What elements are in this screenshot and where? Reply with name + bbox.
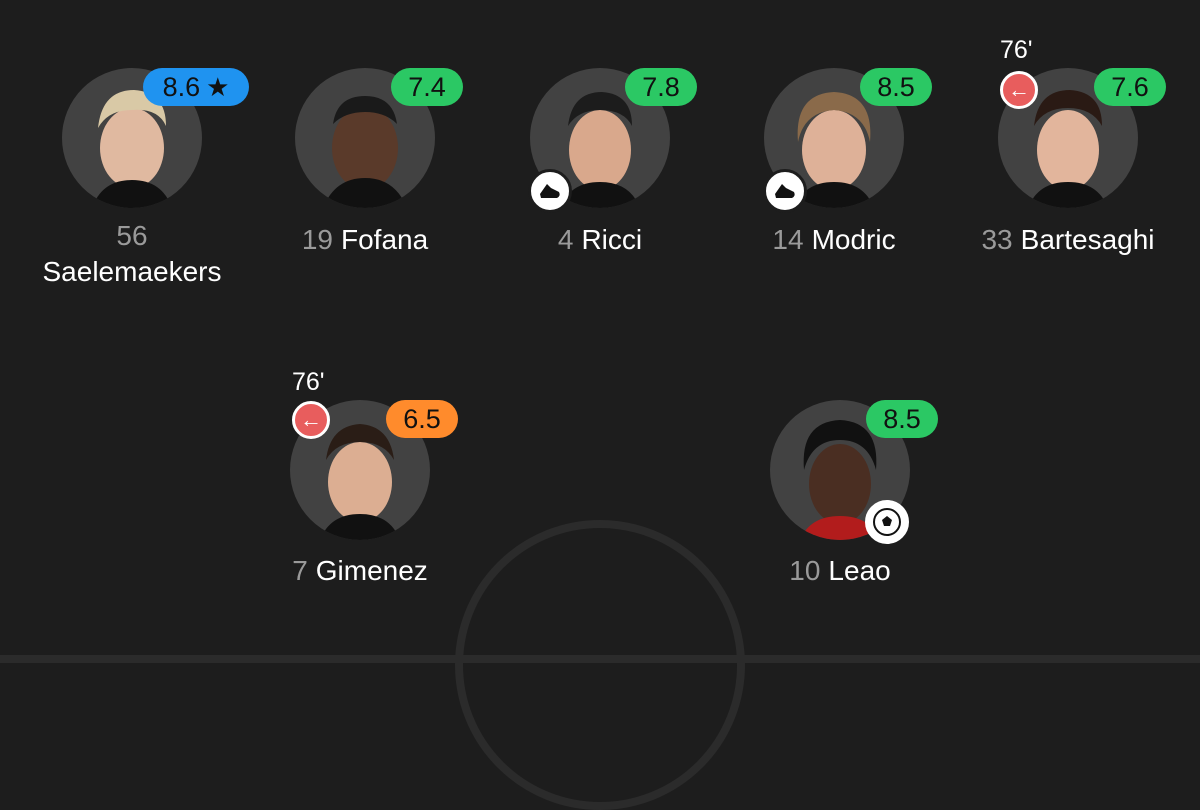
football-goal-icon xyxy=(865,500,909,544)
player-label: 19 Fofana xyxy=(245,224,485,256)
player-card-ricci[interactable]: 7.8 4 Ricci xyxy=(480,68,720,268)
rating-badge: 7.4 xyxy=(391,68,463,106)
boot-assist-icon xyxy=(528,169,572,213)
rating-badge: 7.8 xyxy=(625,68,697,106)
player-card-leao[interactable]: 8.5 10 Leao xyxy=(720,400,960,600)
halfway-line xyxy=(0,655,1200,663)
substitution-out-icon: ← xyxy=(292,401,330,439)
player-number: 14 xyxy=(772,224,804,255)
center-circle xyxy=(455,520,745,810)
player-label: 7 Gimenez xyxy=(240,555,480,587)
player-label: 10 Leao xyxy=(720,555,960,587)
sub-minute: 76' xyxy=(292,368,325,396)
player-name: Gimenez xyxy=(315,555,428,586)
player-number: 56 xyxy=(116,220,148,251)
player-name: Ricci xyxy=(581,224,643,255)
player-name: Fofana xyxy=(340,224,429,255)
rating-badge: 8.5 xyxy=(866,400,938,438)
rating-badge: 6.5 xyxy=(386,400,458,438)
player-card-fofana[interactable]: 7.4 19 Fofana xyxy=(245,68,485,268)
player-name: Leao xyxy=(828,555,891,586)
rating-badge: 7.6 xyxy=(1094,68,1166,106)
player-card-gimenez[interactable]: 76' ← 6.5 7 Gimenez xyxy=(240,368,480,600)
player-number: 33 xyxy=(981,224,1013,255)
player-number: 10 xyxy=(789,555,821,586)
player-name: Modric xyxy=(811,224,896,255)
rating-badge: 8.6 ★ xyxy=(143,68,249,106)
star-icon: ★ xyxy=(206,72,230,102)
player-label: 14 Modric xyxy=(714,224,954,256)
player-label: 33 Bartesaghi xyxy=(948,224,1188,256)
player-label: 4 Ricci xyxy=(480,224,720,256)
boot-assist-icon xyxy=(763,169,807,213)
rating-badge: 8.5 xyxy=(860,68,932,106)
player-card-saelemaekers[interactable]: 8.6 ★ 56 Saelemaekers xyxy=(12,68,252,298)
player-card-bartesaghi[interactable]: 76' ← 7.6 33 Bartesaghi xyxy=(948,36,1188,268)
sub-minute: 76' xyxy=(1000,36,1033,64)
player-name: Bartesaghi xyxy=(1020,224,1155,255)
player-card-modric[interactable]: 8.5 14 Modric xyxy=(714,68,954,268)
substitution-out-icon: ← xyxy=(1000,71,1038,109)
player-number: 4 xyxy=(557,224,574,255)
player-number: 19 xyxy=(301,224,333,255)
player-number: 7 xyxy=(292,555,308,586)
lineup-pitch: 8.6 ★ 56 Saelemaekers 7.4 19 Fofana 7.8 4R… xyxy=(0,0,1200,810)
player-name: Saelemaekers xyxy=(42,256,222,287)
